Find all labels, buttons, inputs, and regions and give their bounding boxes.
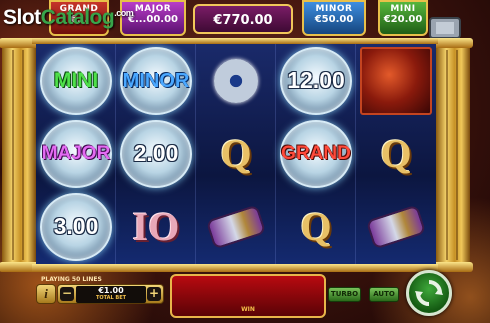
bet-value: €1.00 <box>98 286 124 295</box>
coin-symbol-text: 3.00 <box>53 213 99 239</box>
spin-icon <box>415 280 443 306</box>
logo-suffix: .com <box>114 8 134 18</box>
frame-bottom-beam <box>32 264 438 272</box>
reel-grid: MINI MAJOR 3.00 MINOR 2.00 IO Q 12.00 GRAND Q … <box>36 44 436 264</box>
bet-label: TOTAL BET <box>95 295 127 301</box>
reel-1-symbol-2: MAJOR <box>36 117 116 190</box>
bet-increase-button[interactable]: + <box>147 287 161 301</box>
ring-icon <box>214 58 258 103</box>
coin-symbol: 12.00 <box>280 46 352 115</box>
left-pillar-groove-2 <box>22 50 24 260</box>
right-pillar <box>433 38 473 272</box>
coin-symbol: 2.00 <box>120 119 192 188</box>
spin-button[interactable] <box>406 270 452 316</box>
left-pillar-groove-1 <box>12 50 14 260</box>
autoplay-button[interactable]: AUTO <box>369 287 399 302</box>
lava-block-icon <box>360 46 432 115</box>
info-button[interactable]: i <box>36 284 56 304</box>
right-pillar-groove-2 <box>456 50 458 260</box>
coin-symbol-text: MAJOR <box>41 143 111 164</box>
lines-label: PLAYING 50 LINES <box>41 276 102 283</box>
coin-symbol-text: 2.00 <box>133 140 179 166</box>
right-pillar-bottom-cap <box>433 262 473 272</box>
jackpot-minor-value: €50.00 <box>314 14 354 25</box>
coin-symbol: 3.00 <box>40 192 112 261</box>
reel-4: 12.00 GRAND Q <box>276 44 356 264</box>
reel-2-symbol-2: 2.00 <box>116 117 196 190</box>
coin-symbol-text: MINOR <box>122 69 190 92</box>
letter-symbol: Q <box>380 131 412 176</box>
gauntlet-icon <box>205 203 267 250</box>
coin-symbol: MINOR <box>120 46 192 115</box>
reel-5-symbol-3 <box>356 190 436 263</box>
right-pillar-top-cap <box>433 38 473 48</box>
win-label: WIN <box>241 306 255 313</box>
jackpot-progressive-value: €770.00 <box>213 13 273 28</box>
jackpot-mini-label: MINI <box>390 4 416 14</box>
coin-symbol: MAJOR <box>40 119 112 188</box>
letter-symbol: Q <box>220 131 252 176</box>
reel-3: Q <box>196 44 276 264</box>
coin-symbol-text: MINI <box>53 69 99 92</box>
jackpot-minor-label: MINOR <box>315 4 353 14</box>
jackpot-mini: MINI €20.00 <box>378 0 428 36</box>
win-panel: WIN <box>170 274 326 318</box>
reel-5: Q <box>356 44 436 264</box>
reel-3-symbol-3 <box>196 190 276 263</box>
reel-3-symbol-1 <box>196 44 276 117</box>
coin-symbol-text: 12.00 <box>287 67 345 93</box>
reel-4-symbol-2: GRAND <box>276 117 356 190</box>
gauntlet-icon <box>365 203 427 250</box>
logo-text-1: Slot <box>3 6 41 29</box>
reel-2-symbol-1: MINOR <box>116 44 196 117</box>
jackpot-mini-value: €20.00 <box>383 14 423 25</box>
turbo-button[interactable]: TURBO <box>328 287 361 302</box>
reel-2-symbol-3: IO <box>116 190 196 263</box>
reel-1-symbol-3: 3.00 <box>36 190 116 263</box>
jackpot-minor: MINOR €50.00 <box>302 0 366 36</box>
reel-1: MINI MAJOR 3.00 <box>36 44 116 264</box>
bet-decrease-button[interactable]: − <box>60 287 74 301</box>
coin-symbol-text: GRAND <box>281 143 351 164</box>
reel-5-symbol-1 <box>356 44 436 117</box>
coin-symbol: MINI <box>40 46 112 115</box>
watermark-logo: SlotCatalog.com <box>3 6 134 30</box>
bet-display: €1.00 TOTAL BET <box>76 286 146 303</box>
bet-control: − €1.00 TOTAL BET + <box>57 284 164 304</box>
right-pillar-groove-1 <box>446 50 448 260</box>
left-pillar <box>0 38 39 272</box>
jackpot-progressive: €770.00 <box>193 4 293 34</box>
letter-symbol: IO <box>132 204 180 249</box>
coin-symbol: GRAND <box>280 119 352 188</box>
reel-4-symbol-1: 12.00 <box>276 44 356 117</box>
letter-symbol: Q <box>300 204 332 249</box>
reel-1-symbol-1: MINI <box>36 44 116 117</box>
reel-4-symbol-3: Q <box>276 190 356 263</box>
reel-5-symbol-2: Q <box>356 117 436 190</box>
reel-3-symbol-2: Q <box>196 117 276 190</box>
reel-2: MINOR 2.00 IO <box>116 44 196 264</box>
logo-text-2: Catalog <box>40 6 115 29</box>
